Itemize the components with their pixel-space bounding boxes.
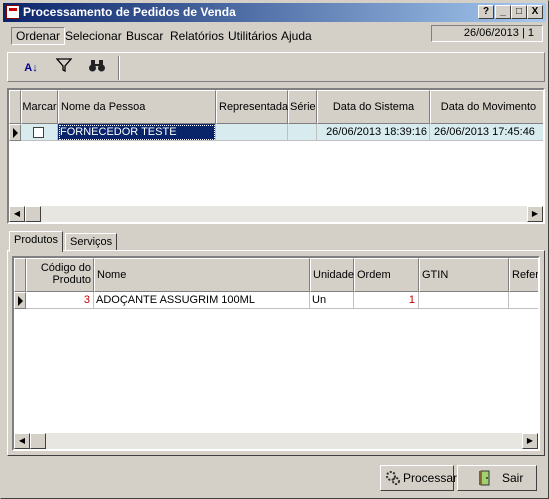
sair-label: Sair <box>502 471 524 485</box>
tab-produtos[interactable]: Produtos <box>9 231 64 252</box>
cell-ordem[interactable]: 1 <box>354 292 419 309</box>
people-hscrollbar[interactable]: ◀ ▶ <box>9 206 543 222</box>
binoculars-icon[interactable] <box>86 57 108 79</box>
tab-panel-produtos: Código do Produto Nome Unidade Ordem GTI… <box>7 250 545 456</box>
sort-az-icon[interactable]: A↓ <box>20 57 42 79</box>
col-marcar[interactable]: Marcar <box>21 90 58 124</box>
title-bar: Processamento de Pedidos de Venda ? _ □ … <box>3 3 546 22</box>
toolbar: A↓ <box>7 52 545 82</box>
minimize-button[interactable]: _ <box>495 5 511 19</box>
col-data-sistema[interactable]: Data do Sistema <box>317 90 430 124</box>
col-codigo-line2: Produto <box>52 274 91 286</box>
status-date: 26/06/2013 | 1 <box>431 25 543 42</box>
cell-serie[interactable] <box>288 124 317 141</box>
marcar-checkbox-cell <box>21 124 58 141</box>
cell-referencia[interactable] <box>509 292 538 309</box>
menu-utilitarios[interactable]: Utilitários <box>228 29 277 43</box>
sair-button[interactable]: Sair <box>457 465 537 491</box>
col-nome-pessoa[interactable]: Nome da Pessoa <box>58 90 216 124</box>
products-grid: Código do Produto Nome Unidade Ordem GTI… <box>12 256 540 451</box>
filter-icon[interactable] <box>53 57 75 79</box>
scroll-thumb[interactable] <box>30 433 46 449</box>
cell-nome[interactable]: ADOÇANTE ASSUGRIM 100ML <box>94 292 310 309</box>
maximize-button[interactable]: □ <box>511 5 527 19</box>
cell-representada[interactable] <box>216 124 288 141</box>
col-gtin[interactable]: GTIN <box>419 258 509 292</box>
window-title: Processamento de Pedidos de Venda <box>23 5 236 19</box>
row-pointer-icon <box>14 292 26 309</box>
col-data-movimento[interactable]: Data do Movimento <box>430 90 543 124</box>
col-referencia[interactable]: Refere <box>509 258 538 292</box>
close-button[interactable]: X <box>527 5 543 19</box>
products-hscrollbar[interactable]: ◀ ▶ <box>14 433 538 449</box>
col-serie[interactable]: Série <box>288 90 317 124</box>
tab-servicos[interactable]: Serviços <box>65 233 118 251</box>
cell-nome-pessoa[interactable]: FORNECEDOR TESTE <box>58 124 216 141</box>
gears-icon <box>386 471 400 485</box>
help-button[interactable]: ? <box>478 5 494 19</box>
scroll-left-icon[interactable]: ◀ <box>9 206 25 222</box>
cell-unidade[interactable]: Un <box>310 292 354 309</box>
menu-ajuda[interactable]: Ajuda <box>281 29 312 43</box>
scroll-thumb[interactable] <box>25 206 41 222</box>
cell-gtin[interactable] <box>419 292 509 309</box>
row-indicator-header <box>9 90 21 124</box>
scroll-right-icon[interactable]: ▶ <box>527 206 543 222</box>
col-codigo-line1: Código do <box>40 262 91 274</box>
exit-door-icon <box>479 470 490 486</box>
scroll-left-icon[interactable]: ◀ <box>14 433 30 449</box>
people-grid: Marcar Nome da Pessoa Representada Série… <box>7 88 545 224</box>
col-ordem[interactable]: Ordem <box>354 258 419 292</box>
col-representada[interactable]: Representada <box>216 90 288 124</box>
cell-data-movimento[interactable]: 26/06/2013 17:45:46 <box>430 124 543 141</box>
menu-relatorios[interactable]: Relatórios <box>170 29 224 43</box>
menu-buscar[interactable]: Buscar <box>126 29 163 43</box>
menu-selecionar[interactable]: Selecionar <box>65 29 122 43</box>
row-indicator-header <box>14 258 26 292</box>
menu-bar: Ordenar Selecionar Buscar Relatórios Uti… <box>9 25 429 47</box>
scroll-right-icon[interactable]: ▶ <box>522 433 538 449</box>
col-unidade[interactable]: Unidade <box>310 258 354 292</box>
cell-data-sistema[interactable]: 26/06/2013 18:39:16 <box>317 124 430 141</box>
processar-label: Processar <box>403 471 458 485</box>
row-pointer-icon <box>9 124 21 141</box>
col-nome[interactable]: Nome <box>94 258 310 292</box>
cell-codigo[interactable]: 3 <box>26 292 94 309</box>
main-window: Processamento de Pedidos de Venda ? _ □ … <box>0 0 549 499</box>
menu-ordenar[interactable]: Ordenar <box>11 27 66 45</box>
processar-button[interactable]: Processar <box>380 465 458 491</box>
app-icon <box>6 5 20 19</box>
col-codigo[interactable]: Código do Produto <box>26 258 94 292</box>
marcar-checkbox[interactable] <box>33 127 44 138</box>
